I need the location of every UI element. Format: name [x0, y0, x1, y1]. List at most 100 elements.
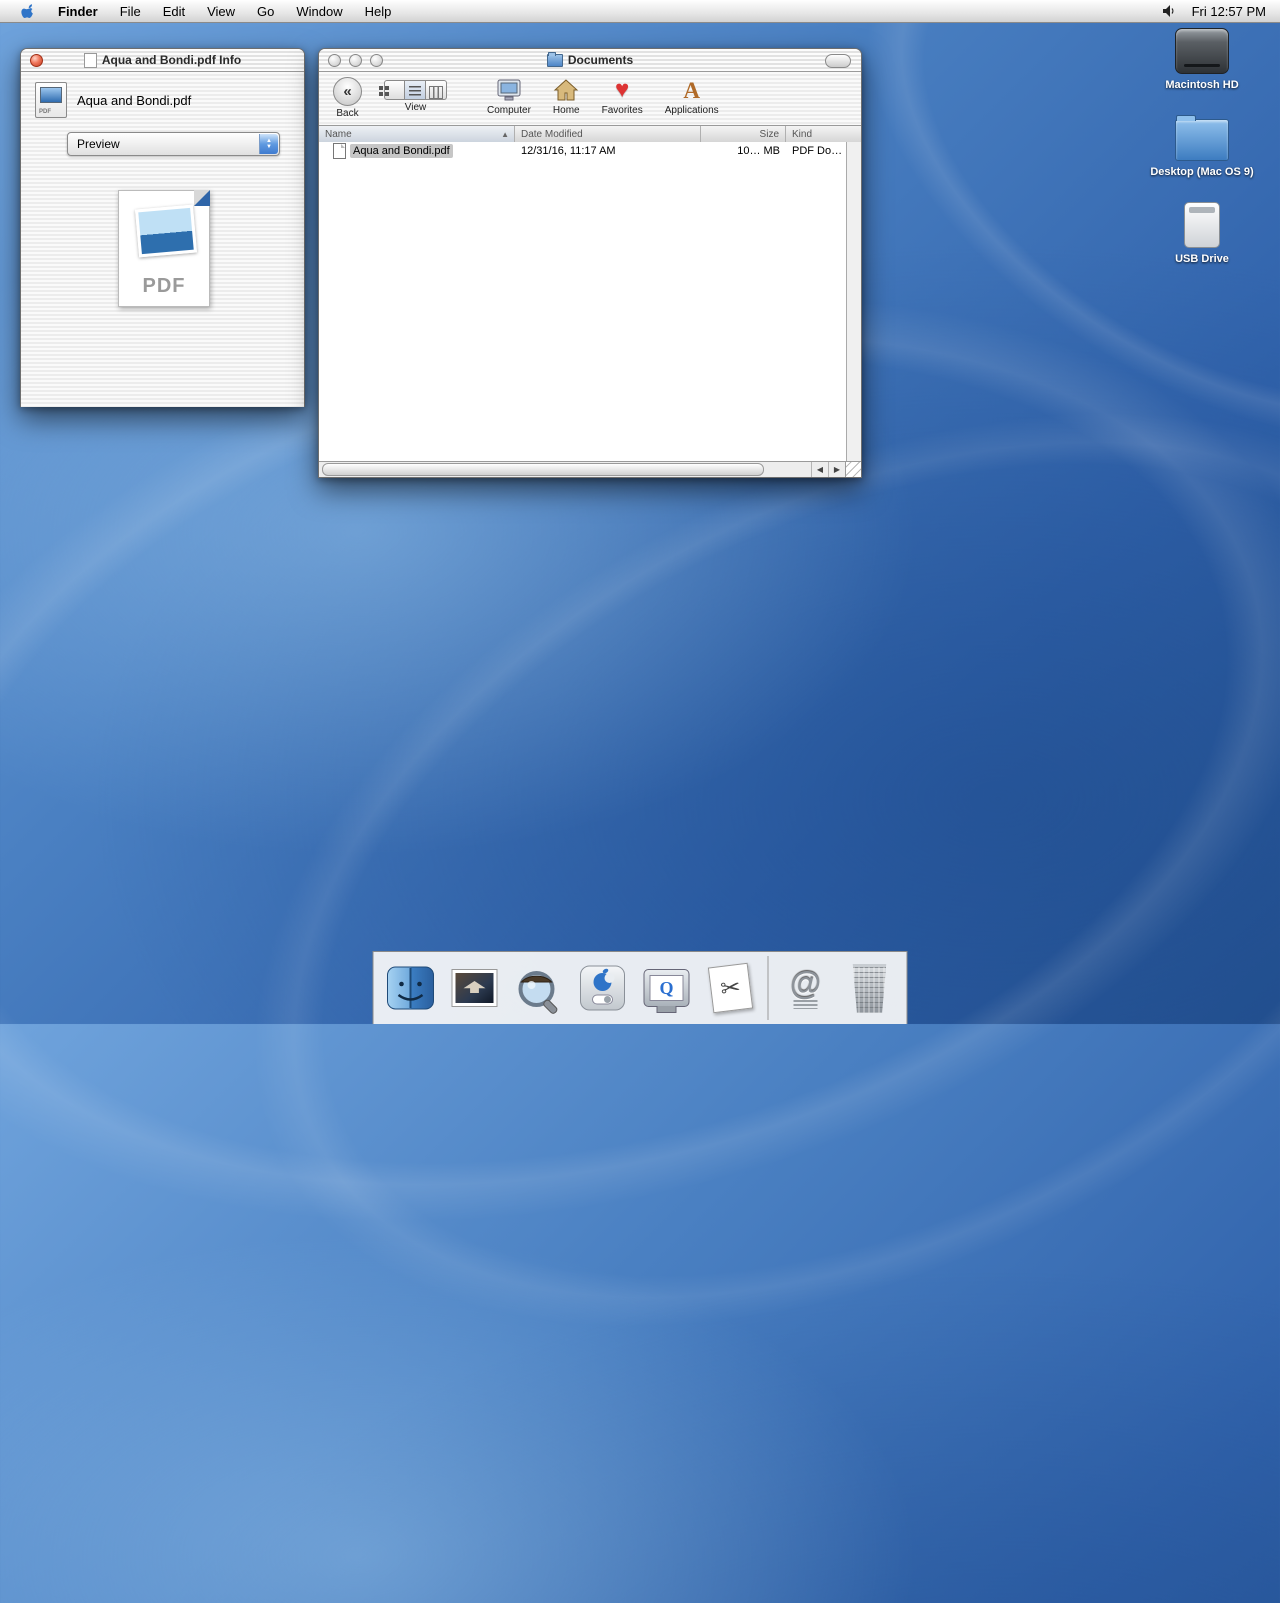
folder-icon [547, 54, 563, 67]
hard-drive-icon [1175, 28, 1229, 74]
dock-separator [768, 956, 769, 1020]
file-list: Aqua and Bondi.pdf 12/31/16, 11:17 AM 10… [319, 142, 846, 461]
info-titlebar[interactable]: Aqua and Bondi.pdf Info [21, 49, 304, 72]
file-kind-cell: PDF Do… [786, 145, 846, 157]
file-date-cell: 12/31/16, 11:17 AM [515, 145, 701, 157]
desktop-icons: Macintosh HD Desktop (Mac OS 9) USB Driv… [1138, 28, 1266, 265]
list-view-button[interactable] [405, 80, 426, 100]
resize-grip[interactable] [845, 461, 861, 477]
popup-selected-value: Preview [68, 137, 120, 151]
apple-menu[interactable] [10, 0, 47, 22]
pdf-thumbnail [40, 87, 62, 103]
icon-view-button[interactable] [384, 80, 405, 100]
icon-label: Desktop (Mac OS 9) [1150, 166, 1253, 178]
menu-bar-right: Fri 12:57 PM [1162, 4, 1280, 19]
vertical-scrollbar[interactable] [846, 142, 861, 461]
grid-icon [379, 86, 383, 90]
home-button[interactable]: Home [553, 77, 580, 116]
page-corner-icon [194, 190, 210, 206]
menu-bar-clock[interactable]: Fri 12:57 PM [1192, 4, 1266, 19]
info-window-title: Aqua and Bondi.pdf Info [21, 53, 304, 68]
pdf-badge: PDF [39, 109, 51, 115]
desktop-icon-os9-folder[interactable]: Desktop (Mac OS 9) [1138, 115, 1266, 178]
mail-stamp-icon [452, 969, 498, 1007]
back-button[interactable]: « Back [333, 77, 362, 119]
trash-icon [849, 964, 891, 1013]
columns-icon [429, 86, 443, 99]
list-icon [409, 86, 421, 97]
dock-item-quicktime[interactable]: Q [640, 961, 694, 1015]
finder-toolbar: « Back View Computer [319, 72, 861, 126]
zoom-button[interactable] [370, 54, 383, 67]
dock-item-clipping[interactable]: ✂ [704, 961, 758, 1015]
applications-button[interactable]: A Applications [665, 77, 719, 116]
popup-arrows-icon: ▲▼ [259, 134, 278, 154]
home-icon [553, 78, 579, 102]
dock-item-sherlock[interactable] [512, 961, 566, 1015]
sort-ascending-icon: ▲ [501, 130, 509, 139]
documents-window-title: Documents [319, 53, 861, 67]
icon-label: Macintosh HD [1165, 79, 1238, 91]
menu-item-view[interactable]: View [196, 0, 246, 22]
toolbar-toggle-button[interactable] [825, 54, 851, 68]
usb-drive-icon [1184, 202, 1220, 248]
info-window-body: PDF Aqua and Bondi.pdf Preview ▲▼ PDF [21, 72, 304, 407]
view-control: View [384, 77, 447, 113]
quicktime-icon: Q [644, 969, 690, 1007]
heart-icon: ♥ [615, 78, 629, 102]
horizontal-scroll-thumb[interactable] [322, 463, 764, 476]
menu-item-help[interactable]: Help [354, 0, 403, 22]
column-header-date-modified[interactable]: Date Modified [515, 126, 701, 142]
icon-label: USB Drive [1175, 253, 1229, 265]
dock-item-trash[interactable] [843, 961, 897, 1015]
pdf-label: PDF [119, 275, 209, 298]
minimize-button[interactable] [349, 54, 362, 67]
dock-item-mail-attachment[interactable]: @ [779, 961, 833, 1015]
info-section-popup[interactable]: Preview ▲▼ [67, 132, 280, 156]
system-preferences-icon [577, 962, 629, 1014]
desktop-icon-macintosh-hd[interactable]: Macintosh HD [1138, 28, 1266, 91]
horizontal-scrollbar[interactable]: ◀ ▶ [319, 461, 845, 477]
back-arrow-icon: « [343, 84, 351, 99]
menu-bar: Finder File Edit View Go Window Help Fri… [0, 0, 1280, 23]
close-button[interactable] [30, 54, 43, 67]
column-header-kind[interactable]: Kind [786, 126, 861, 142]
dock-item-finder[interactable] [384, 961, 438, 1015]
apple-logo-icon [21, 3, 36, 20]
clipping-paper-icon: ✂ [708, 963, 753, 1014]
scissors-icon: ✂ [719, 972, 742, 1003]
pdf-preview-icon: PDF [118, 190, 210, 307]
documents-titlebar[interactable]: Documents [319, 49, 861, 72]
dock-item-system-preferences[interactable] [576, 961, 630, 1015]
menu-left: Finder File Edit View Go Window Help [0, 0, 402, 22]
file-name-cell: Aqua and Bondi.pdf [319, 143, 515, 159]
column-view-button[interactable] [426, 80, 447, 100]
computer-button[interactable]: Computer [487, 77, 531, 116]
close-button[interactable] [328, 54, 341, 67]
volume-icon[interactable] [1162, 4, 1178, 18]
favorites-button[interactable]: ♥ Favorites [602, 77, 643, 116]
applications-a-icon: A [683, 79, 700, 102]
quicktime-q-glyph: Q [659, 978, 673, 999]
scroll-arrows: ◀ ▶ [811, 462, 845, 477]
menu-item-file[interactable]: File [109, 0, 152, 22]
preview-photo [135, 205, 197, 258]
menu-item-edit[interactable]: Edit [152, 0, 196, 22]
column-header-size[interactable]: Size [701, 126, 786, 142]
documents-window: Documents « Back View Comput [318, 48, 862, 478]
dock-item-mail[interactable] [448, 961, 502, 1015]
file-row[interactable]: Aqua and Bondi.pdf 12/31/16, 11:17 AM 10… [319, 142, 846, 160]
menu-item-window[interactable]: Window [285, 0, 353, 22]
menu-item-go[interactable]: Go [246, 0, 285, 22]
pdf-file-icon: PDF [35, 82, 67, 118]
desktop-icon-usb-drive[interactable]: USB Drive [1138, 202, 1266, 265]
dock: Q ✂ @ [373, 951, 908, 1024]
menu-item-finder[interactable]: Finder [47, 0, 109, 22]
sherlock-magnifier-icon [513, 962, 565, 1014]
document-proxy-icon [84, 53, 97, 68]
column-header-name[interactable]: Name ▲ [319, 126, 515, 142]
scroll-left-button[interactable]: ◀ [811, 462, 828, 477]
info-file-row: PDF Aqua and Bondi.pdf [21, 72, 304, 122]
at-spring-icon: @ [790, 967, 821, 1009]
scroll-right-button[interactable]: ▶ [828, 462, 845, 477]
